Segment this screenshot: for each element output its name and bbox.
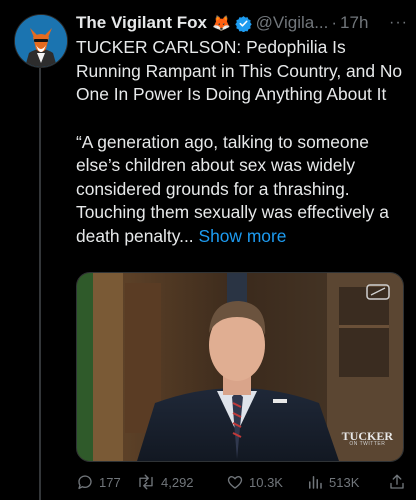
handle[interactable]: @Vigila...	[256, 13, 329, 33]
tweet-text: TUCKER CARLSON: Pedophilia Is Running Ra…	[76, 36, 408, 248]
show-more-link[interactable]: Show more	[198, 226, 286, 246]
retweet-button[interactable]: 4,292	[136, 473, 194, 491]
share-icon	[390, 474, 404, 489]
tweet-header: The Vigilant Fox 🦊 @Vigila... · 17h ···	[76, 12, 408, 34]
tweet-video[interactable]: TUCKER ON TWITTER	[76, 272, 404, 462]
reply-icon	[78, 475, 92, 490]
like-count: 10.3K	[249, 474, 283, 490]
reply-count: 177	[99, 474, 121, 490]
watermark-subtitle: ON TWITTER	[349, 441, 386, 447]
tweet-headline: TUCKER CARLSON: Pedophilia Is Running Ra…	[76, 37, 403, 104]
tweet-quote: “A generation ago, talking to someone el…	[76, 131, 408, 249]
heart-icon	[227, 476, 243, 489]
tweet-actions: 177 4,292 10.3K 513K	[76, 470, 408, 494]
share-button[interactable]	[388, 473, 411, 491]
views-bar-chart-icon	[309, 476, 322, 489]
separator-dot: ·	[331, 13, 338, 32]
fox-avatar-icon	[15, 15, 67, 67]
like-button[interactable]: 10.3K	[226, 473, 283, 491]
verified-badge-icon[interactable]	[234, 15, 252, 32]
thread-line	[39, 68, 41, 500]
video-watermark: TUCKER ON TWITTER	[342, 430, 393, 447]
retweet-count: 4,292	[161, 474, 194, 490]
display-name[interactable]: The Vigilant Fox	[76, 13, 207, 33]
timestamp[interactable]: 17h	[340, 13, 368, 33]
retweet-icon	[139, 474, 153, 490]
views-button[interactable]: 513K	[306, 473, 359, 491]
view-count: 513K	[329, 474, 360, 490]
reply-button[interactable]: 177	[76, 473, 121, 491]
fox-emoji: 🦊	[211, 15, 231, 32]
more-options-icon[interactable]: ···	[389, 14, 408, 32]
avatar[interactable]	[14, 14, 68, 68]
